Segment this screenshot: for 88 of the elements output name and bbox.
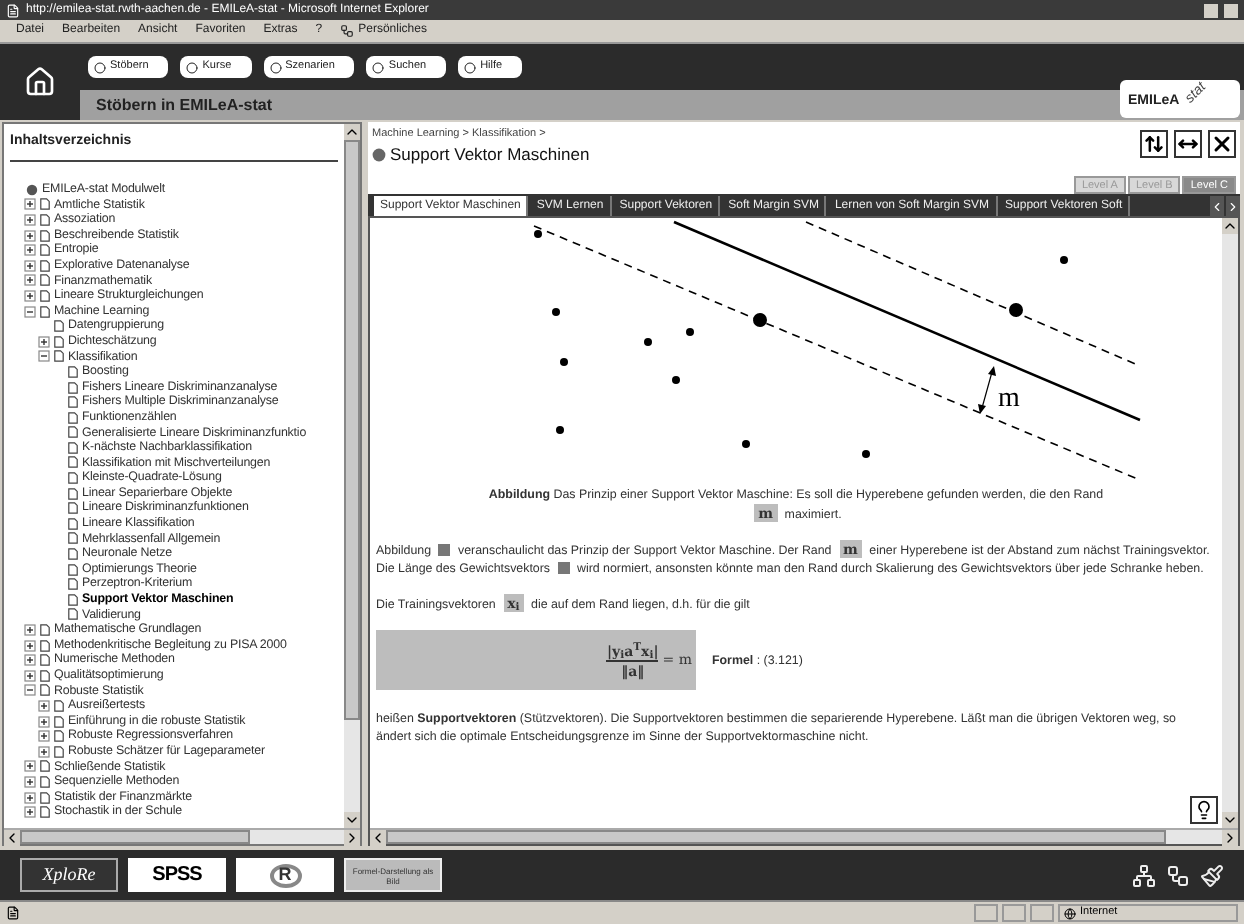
- expand-icon[interactable]: [24, 213, 36, 226]
- scroll-right-icon[interactable]: [344, 830, 360, 846]
- expand-icon[interactable]: [24, 639, 36, 652]
- tab-scroll-left-button[interactable]: [1210, 196, 1224, 216]
- expand-icon[interactable]: [24, 775, 36, 788]
- internet-zone-icon: [1064, 907, 1076, 919]
- expand-icon[interactable]: [24, 806, 36, 819]
- hierarchy-icon[interactable]: [1166, 863, 1190, 887]
- page-status-icon: [6, 906, 20, 920]
- data-point: [1009, 303, 1023, 317]
- expand-icon[interactable]: [24, 259, 36, 272]
- circle-icon: [464, 61, 477, 73]
- close-icon: [1210, 132, 1234, 156]
- expand-icon[interactable]: [24, 274, 36, 287]
- expand-icon[interactable]: [38, 715, 50, 728]
- spss-button[interactable]: SPSS: [128, 858, 226, 892]
- browser-icon: [6, 3, 20, 17]
- data-point: [644, 338, 652, 346]
- expand-icon[interactable]: [38, 699, 50, 712]
- page-title: Support Vektor Maschinen: [390, 142, 590, 168]
- tab-scroll-right-button[interactable]: [1226, 196, 1240, 216]
- scroll-left-icon[interactable]: [370, 830, 386, 846]
- data-point: [672, 376, 680, 384]
- xplore-button[interactable]: XploRe: [20, 858, 118, 892]
- expand-icon[interactable]: [24, 198, 36, 211]
- ball-icon: [372, 148, 386, 163]
- data-point: [552, 308, 560, 316]
- expand-horizontal-button[interactable]: [1174, 130, 1202, 158]
- scroll-right-icon[interactable]: [1222, 830, 1238, 846]
- tree-structure-icon[interactable]: [1132, 863, 1156, 887]
- left-right-arrow-icon: [1178, 134, 1198, 154]
- circle-icon: [186, 61, 199, 73]
- expand-icon[interactable]: [24, 289, 36, 302]
- expand-icon[interactable]: [38, 335, 50, 348]
- status-pane: [1002, 904, 1026, 922]
- collapse-icon[interactable]: [24, 305, 36, 318]
- expand-icon[interactable]: [24, 624, 36, 637]
- up-down-arrow-icon: [1144, 134, 1164, 154]
- status-pane: [974, 904, 998, 922]
- circle-icon: [269, 61, 282, 73]
- expand-icon[interactable]: [38, 745, 50, 758]
- globe-icon: [26, 183, 38, 196]
- expand-icon[interactable]: [24, 760, 36, 773]
- expand-icon[interactable]: [24, 229, 36, 242]
- close-button[interactable]: [1208, 130, 1236, 158]
- collapse-icon[interactable]: [38, 350, 50, 363]
- figure-reference-icon[interactable]: [557, 562, 570, 575]
- minimize-button[interactable]: [1204, 3, 1218, 17]
- expand-icon[interactable]: [24, 654, 36, 667]
- scroll-up-icon[interactable]: [1222, 218, 1238, 234]
- expand-icon[interactable]: [38, 730, 50, 743]
- horizontal-scrollbar[interactable]: [370, 828, 1238, 844]
- collapse-icon[interactable]: [24, 684, 36, 697]
- figure-reference-icon[interactable]: [438, 544, 451, 557]
- links-icon: [340, 24, 355, 38]
- scroll-down-icon[interactable]: [344, 812, 360, 828]
- data-point: [560, 358, 568, 366]
- chevron-right-icon: [1226, 199, 1240, 213]
- data-point: [556, 426, 564, 434]
- margin-arrow: [978, 366, 996, 414]
- data-point: [686, 328, 694, 336]
- scroll-left-icon[interactable]: [4, 830, 20, 846]
- section-title: Stöbern in EMILeA-stat: [96, 93, 273, 117]
- circle-icon: [94, 61, 106, 73]
- vertical-scrollbar[interactable]: [344, 124, 360, 828]
- status-pane: [1030, 904, 1054, 922]
- chevron-left-icon: [1210, 199, 1224, 213]
- maximize-button[interactable]: [1224, 3, 1238, 17]
- vertical-scrollbar[interactable]: [1222, 218, 1238, 828]
- expand-icon[interactable]: [24, 669, 36, 682]
- data-point: [753, 313, 767, 327]
- expand-icon[interactable]: [24, 791, 36, 804]
- circle-icon: [372, 61, 385, 73]
- data-point: [534, 230, 542, 238]
- scroll-up-icon[interactable]: [344, 124, 360, 140]
- home-icon[interactable]: [24, 66, 56, 98]
- expand-icon[interactable]: [24, 244, 36, 257]
- r-button[interactable]: R: [236, 858, 334, 892]
- horizontal-scrollbar[interactable]: [4, 828, 360, 844]
- scroll-down-icon[interactable]: [1222, 812, 1238, 828]
- data-point: [862, 450, 870, 458]
- hint-button[interactable]: [1190, 796, 1218, 824]
- margin-label: m: [998, 384, 1020, 414]
- data-point: [1060, 256, 1068, 264]
- lightbulb-icon: [1194, 800, 1214, 820]
- paintbrush-icon[interactable]: [1200, 863, 1224, 887]
- data-point: [742, 440, 750, 448]
- expand-vertical-button[interactable]: [1140, 130, 1168, 158]
